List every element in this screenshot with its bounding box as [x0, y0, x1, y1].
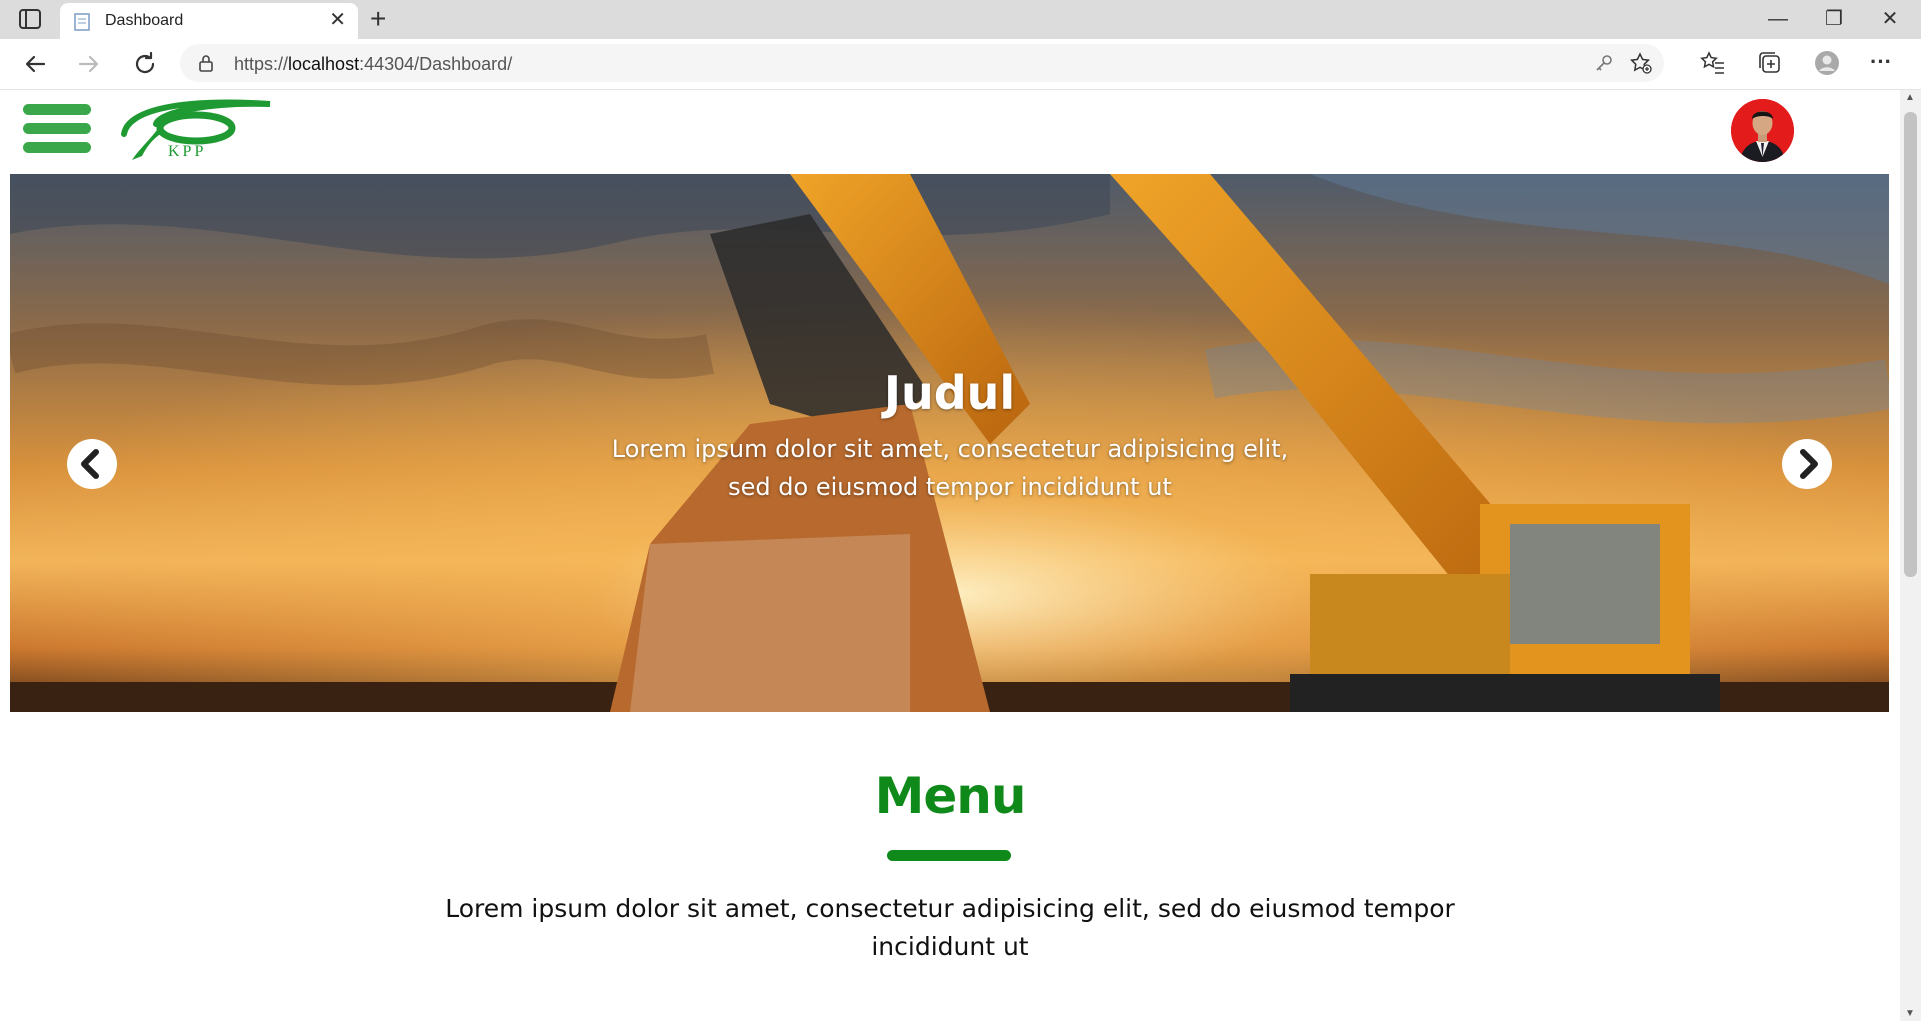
key-icon[interactable]	[1594, 53, 1614, 73]
close-window-button[interactable]: ✕	[1870, 4, 1910, 34]
favorites-icon[interactable]	[1700, 50, 1726, 76]
chevron-right-icon	[1800, 449, 1818, 479]
carousel-next-button[interactable]	[1782, 439, 1832, 489]
scroll-up-icon[interactable]: ▲	[1905, 92, 1915, 103]
kpp-logo[interactable]: KPP	[120, 96, 275, 162]
tab-actions-icon[interactable]	[19, 9, 41, 29]
user-avatar[interactable]	[1731, 99, 1794, 162]
tab-close-icon[interactable]: ✕	[329, 9, 346, 31]
svg-text:KPP: KPP	[168, 143, 206, 160]
new-tab-button[interactable]: +	[370, 3, 386, 35]
carousel-prev-button[interactable]	[67, 439, 117, 489]
menu-description: Lorem ipsum dolor sit amet, consectetur …	[445, 894, 1455, 961]
back-icon[interactable]	[20, 49, 50, 79]
hero-title: Judul	[883, 366, 1016, 420]
tab-strip: Dashboard ✕ + — ❐ ✕	[0, 0, 1921, 39]
address-bar[interactable]: https://localhost:44304/Dashboard/	[180, 44, 1664, 82]
page-icon	[74, 13, 90, 31]
add-favorite-icon[interactable]	[1630, 52, 1652, 74]
hero-carousel[interactable]: Judul Lorem ipsum dolor sit amet, consec…	[10, 174, 1889, 712]
browser-tab[interactable]: Dashboard ✕	[60, 3, 358, 39]
page-content: KPP Judul Lorem ipsum dolor sit amet, co…	[0, 90, 1900, 1021]
more-icon[interactable]: ···	[1870, 49, 1896, 75]
hero-text: Lorem ipsum dolor sit amet, consectetur …	[611, 435, 1289, 501]
chevron-left-icon	[81, 449, 99, 479]
browser-toolbar: https://localhost:44304/Dashboard/ ···	[0, 39, 1921, 90]
url-text[interactable]: https://localhost:44304/Dashboard/	[234, 54, 512, 75]
vertical-scrollbar[interactable]: ▲ ▼	[1900, 90, 1921, 1021]
forward-icon[interactable]	[74, 49, 104, 79]
collections-icon[interactable]	[1757, 50, 1783, 76]
menu-heading: Menu	[874, 767, 1027, 825]
refresh-icon[interactable]	[130, 49, 160, 79]
hamburger-menu-icon[interactable]	[23, 104, 91, 156]
heading-underline	[887, 850, 1011, 861]
lock-icon[interactable]	[198, 54, 214, 72]
profile-icon[interactable]	[1814, 50, 1840, 76]
scroll-thumb[interactable]	[1904, 112, 1917, 577]
scroll-down-icon[interactable]: ▼	[1905, 1008, 1915, 1019]
restore-button[interactable]: ❐	[1814, 4, 1854, 34]
tab-title: Dashboard	[105, 12, 184, 29]
minimize-button[interactable]: —	[1758, 4, 1798, 34]
